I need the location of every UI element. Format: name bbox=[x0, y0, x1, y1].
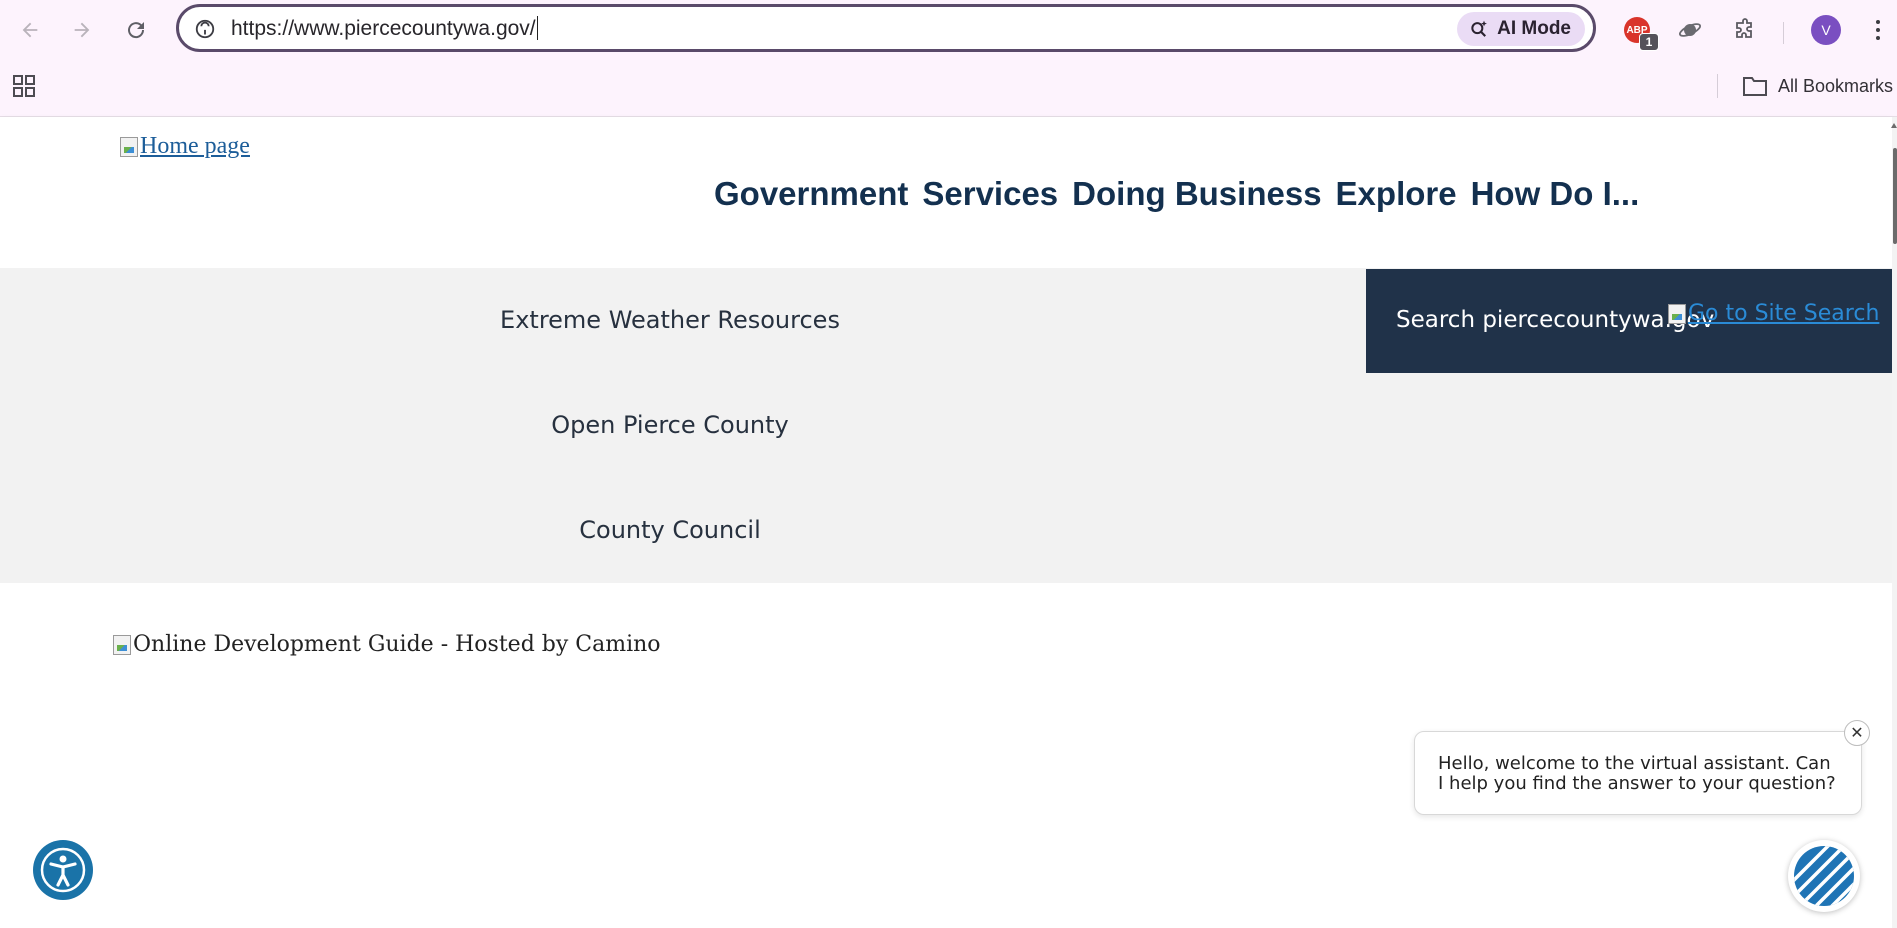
development-guide-alt-text: Online Development Guide - Hosted by Cam… bbox=[133, 632, 661, 657]
nav-doing-business[interactable]: Doing Business bbox=[1072, 175, 1321, 213]
chat-welcome-message: Hello, welcome to the virtual assistant.… bbox=[1438, 753, 1836, 794]
broken-image-icon bbox=[120, 136, 138, 157]
profile-avatar[interactable]: V bbox=[1811, 15, 1841, 45]
scroll-up-arrow-icon[interactable] bbox=[1891, 123, 1897, 128]
back-button[interactable] bbox=[12, 12, 48, 48]
development-guide-image[interactable]: Online Development Guide - Hosted by Cam… bbox=[113, 632, 661, 657]
forward-button[interactable] bbox=[64, 12, 100, 48]
menu-dot-icon bbox=[1876, 36, 1880, 40]
folder-icon bbox=[1743, 77, 1767, 96]
site-search-box: Search piercecountywa.gov Go to Site Sea… bbox=[1366, 269, 1892, 373]
adblock-icon: ABP 1 bbox=[1624, 17, 1659, 51]
planet-icon bbox=[1678, 23, 1702, 37]
bookmarks-divider bbox=[1717, 74, 1718, 98]
search-input[interactable]: Search piercecountywa.gov bbox=[1396, 307, 1714, 333]
chat-close-button[interactable]: ✕ bbox=[1844, 720, 1870, 746]
site-info-icon[interactable] bbox=[193, 17, 217, 41]
puzzle-piece-icon bbox=[1736, 18, 1752, 38]
nav-explore[interactable]: Explore bbox=[1336, 175, 1457, 213]
address-bar[interactable]: https://www.piercecountywa.gov/ AI Mode bbox=[176, 4, 1596, 52]
url-text[interactable]: https://www.piercecountywa.gov/ bbox=[231, 16, 538, 42]
site-search-button-text: Go to Site Search bbox=[1688, 301, 1880, 326]
browser-toolbar: https://www.piercecountywa.gov/ AI Mode … bbox=[0, 0, 1897, 117]
site-search-button[interactable]: Go to Site Search bbox=[1668, 301, 1879, 326]
arrow-left-icon bbox=[22, 22, 38, 38]
all-bookmarks-button[interactable]: All Bookmarks bbox=[1742, 72, 1893, 100]
assistant-logo-icon bbox=[1794, 846, 1854, 906]
reload-icon bbox=[128, 22, 145, 39]
scrollbar-thumb[interactable] bbox=[1893, 148, 1897, 244]
broken-image-icon bbox=[1668, 303, 1686, 324]
ai-search-icon bbox=[1471, 20, 1488, 37]
arrow-right-icon bbox=[74, 22, 90, 38]
chat-welcome-bubble[interactable]: Hello, welcome to the virtual assistant.… bbox=[1414, 731, 1862, 815]
site-header: Home page Government Services Doing Busi… bbox=[0, 117, 1892, 268]
main-navigation: Government Services Doing Business Explo… bbox=[714, 175, 1639, 213]
nav-how-do-i[interactable]: How Do I... bbox=[1471, 175, 1640, 213]
broken-image-icon bbox=[113, 634, 131, 655]
url-value: https://www.piercecountywa.gov/ bbox=[231, 17, 536, 40]
nav-government[interactable]: Government bbox=[714, 175, 908, 213]
browser-menu-button[interactable] bbox=[1868, 14, 1888, 46]
ai-mode-button[interactable]: AI Mode bbox=[1457, 12, 1585, 46]
toolbar-divider bbox=[1783, 22, 1784, 44]
home-page-link[interactable]: Home page bbox=[120, 133, 250, 160]
close-icon: ✕ bbox=[1850, 725, 1864, 742]
profile-initial: V bbox=[1821, 22, 1831, 38]
all-bookmarks-label: All Bookmarks bbox=[1778, 75, 1894, 96]
adblock-extension-button[interactable]: ABP 1 bbox=[1619, 12, 1659, 51]
text-caret bbox=[536, 16, 538, 40]
apps-grid-icon[interactable] bbox=[12, 74, 36, 98]
quick-link-county-council[interactable]: County Council bbox=[370, 516, 970, 544]
nav-services[interactable]: Services bbox=[922, 175, 1058, 213]
ai-mode-label: AI Mode bbox=[1497, 18, 1571, 39]
accessibility-person-icon bbox=[40, 847, 86, 893]
quick-link-open-pierce-county[interactable]: Open Pierce County bbox=[370, 411, 970, 439]
accessibility-button[interactable] bbox=[33, 840, 93, 900]
home-page-link-text: Home page bbox=[140, 133, 250, 159]
extensions-button[interactable] bbox=[1727, 12, 1763, 48]
reload-button[interactable] bbox=[118, 12, 154, 48]
adblock-badge: 1 bbox=[1639, 33, 1659, 51]
virtual-assistant-launcher[interactable] bbox=[1788, 840, 1860, 912]
extension-planet-button[interactable] bbox=[1672, 12, 1708, 48]
menu-dot-icon bbox=[1876, 20, 1880, 24]
quick-link-extreme-weather[interactable]: Extreme Weather Resources bbox=[370, 306, 970, 334]
menu-dot-icon bbox=[1876, 28, 1880, 32]
